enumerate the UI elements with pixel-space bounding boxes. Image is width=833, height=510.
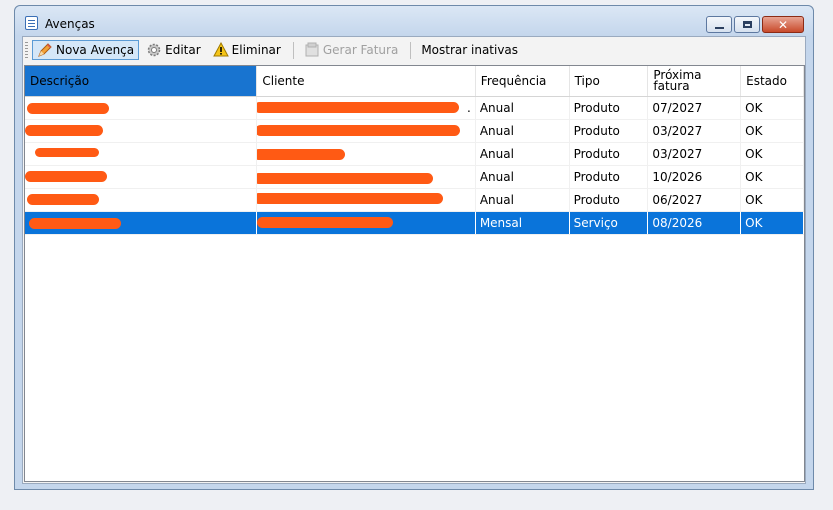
maximize-button[interactable] bbox=[734, 16, 760, 33]
gear-icon bbox=[146, 42, 162, 58]
minimize-icon bbox=[714, 26, 724, 29]
eliminar-label: Eliminar bbox=[231, 43, 281, 57]
redaction-mark bbox=[257, 102, 460, 113]
list-row[interactable]: . Anual Produto 07/2027 OK bbox=[25, 97, 804, 120]
cell-proxima-fatura: 10/2026 bbox=[648, 166, 742, 188]
column-header-descricao[interactable]: Descrição bbox=[25, 66, 258, 96]
cell-tipo: Produto bbox=[570, 189, 649, 211]
cell-descricao bbox=[25, 212, 258, 234]
gerar-fatura-button[interactable]: Gerar Fatura bbox=[299, 40, 403, 60]
redaction-mark bbox=[257, 125, 461, 136]
list-row[interactable]: Anual Produto 06/2027 OK bbox=[25, 189, 804, 212]
redaction-mark bbox=[25, 171, 107, 182]
redaction-mark bbox=[27, 103, 109, 114]
cell-estado: OK bbox=[741, 189, 804, 211]
pencil-icon bbox=[37, 42, 53, 58]
list-row[interactable]: Anual Produto 10/2026 OK bbox=[25, 166, 804, 189]
cell-estado: OK bbox=[741, 97, 804, 119]
cell-frequencia: Anual bbox=[476, 97, 570, 119]
invoice-icon bbox=[304, 42, 320, 58]
column-header-frequencia[interactable]: Frequência bbox=[476, 66, 570, 96]
cell-proxima-fatura: 07/2027 bbox=[648, 97, 742, 119]
cell-cliente bbox=[257, 143, 476, 165]
title-bar[interactable]: Avenças ✕ bbox=[15, 6, 813, 36]
toolbar-separator bbox=[410, 41, 412, 59]
redaction-mark bbox=[257, 173, 434, 184]
cell-cliente bbox=[257, 212, 476, 234]
toolbar: Nova Avença Editar Eliminar Gerar Fatura… bbox=[23, 37, 805, 63]
cell-estado: OK bbox=[741, 166, 804, 188]
redaction-mark bbox=[257, 217, 394, 228]
maximize-icon bbox=[742, 21, 752, 28]
close-icon: ✕ bbox=[777, 17, 789, 32]
mostrar-inativas-button[interactable]: Mostrar inativas bbox=[416, 40, 523, 60]
cell-proxima-fatura: 06/2027 bbox=[648, 189, 742, 211]
nova-avenca-label: Nova Avença bbox=[56, 43, 135, 57]
cell-estado: OK bbox=[741, 143, 804, 165]
warning-icon bbox=[212, 41, 229, 58]
cell-proxima-fatura: 08/2026 bbox=[648, 212, 742, 234]
close-button[interactable]: ✕ bbox=[762, 16, 804, 33]
cell-descricao bbox=[25, 189, 258, 211]
client-area: Nova Avença Editar Eliminar Gerar Fatura… bbox=[22, 36, 806, 484]
cell-cliente bbox=[257, 189, 476, 211]
column-header-cliente[interactable]: Cliente bbox=[257, 66, 476, 96]
cell-frequencia: Anual bbox=[476, 166, 570, 188]
cell-estado: OK bbox=[741, 120, 804, 142]
cell-cliente bbox=[257, 166, 476, 188]
editar-label: Editar bbox=[165, 43, 201, 57]
cell-frequencia: Mensal bbox=[476, 212, 570, 234]
list-row[interactable]: Anual Produto 03/2027 OK bbox=[25, 143, 804, 166]
redaction-mark bbox=[257, 193, 444, 204]
redaction-mark bbox=[27, 194, 99, 205]
column-header-proxima-fatura[interactable]: Próxima fatura bbox=[648, 66, 742, 96]
cell-descricao bbox=[25, 143, 258, 165]
cell-estado: OK bbox=[741, 212, 804, 234]
column-header-tipo[interactable]: Tipo bbox=[570, 66, 649, 96]
window-title: Avenças bbox=[45, 17, 95, 31]
cell-proxima-fatura: 03/2027 bbox=[648, 120, 742, 142]
avencas-list[interactable]: Descrição Cliente Frequência Tipo Próxim… bbox=[24, 65, 805, 482]
cell-frequencia: Anual bbox=[476, 189, 570, 211]
cell-tipo: Produto bbox=[570, 143, 649, 165]
cell-descricao bbox=[25, 120, 258, 142]
cell-frequencia: Anual bbox=[476, 120, 570, 142]
minimize-button[interactable] bbox=[706, 16, 732, 33]
redaction-mark bbox=[35, 148, 99, 157]
avencas-window: Avenças ✕ Nova Avença Editar Eliminar Ge… bbox=[14, 5, 814, 490]
cell-tipo: Produto bbox=[570, 166, 649, 188]
redaction-mark bbox=[257, 149, 346, 160]
cell-frequencia: Anual bbox=[476, 143, 570, 165]
cell-descricao bbox=[25, 97, 258, 119]
nova-avenca-button[interactable]: Nova Avença bbox=[32, 40, 140, 60]
toolbar-grip[interactable] bbox=[25, 42, 28, 58]
cell-cliente: . bbox=[257, 97, 476, 119]
redaction-mark bbox=[25, 125, 103, 136]
list-row-selected[interactable]: Mensal Serviço 08/2026 OK bbox=[25, 212, 804, 235]
cell-cliente bbox=[257, 120, 476, 142]
eliminar-button[interactable]: Eliminar bbox=[208, 40, 286, 60]
document-icon bbox=[25, 16, 38, 30]
column-header-estado[interactable]: Estado bbox=[741, 66, 804, 96]
editar-button[interactable]: Editar bbox=[141, 40, 206, 60]
list-header: Descrição Cliente Frequência Tipo Próxim… bbox=[25, 66, 804, 97]
toolbar-separator bbox=[292, 41, 294, 59]
cell-tipo: Produto bbox=[570, 120, 649, 142]
list-row[interactable]: Anual Produto 03/2027 OK bbox=[25, 120, 804, 143]
cell-tipo: Produto bbox=[570, 97, 649, 119]
mostrar-inativas-label: Mostrar inativas bbox=[421, 43, 519, 57]
cell-descricao bbox=[25, 166, 258, 188]
cell-tipo: Serviço bbox=[570, 212, 649, 234]
gerar-fatura-label: Gerar Fatura bbox=[322, 43, 399, 57]
cell-proxima-fatura: 03/2027 bbox=[648, 143, 742, 165]
redaction-mark bbox=[29, 218, 121, 229]
